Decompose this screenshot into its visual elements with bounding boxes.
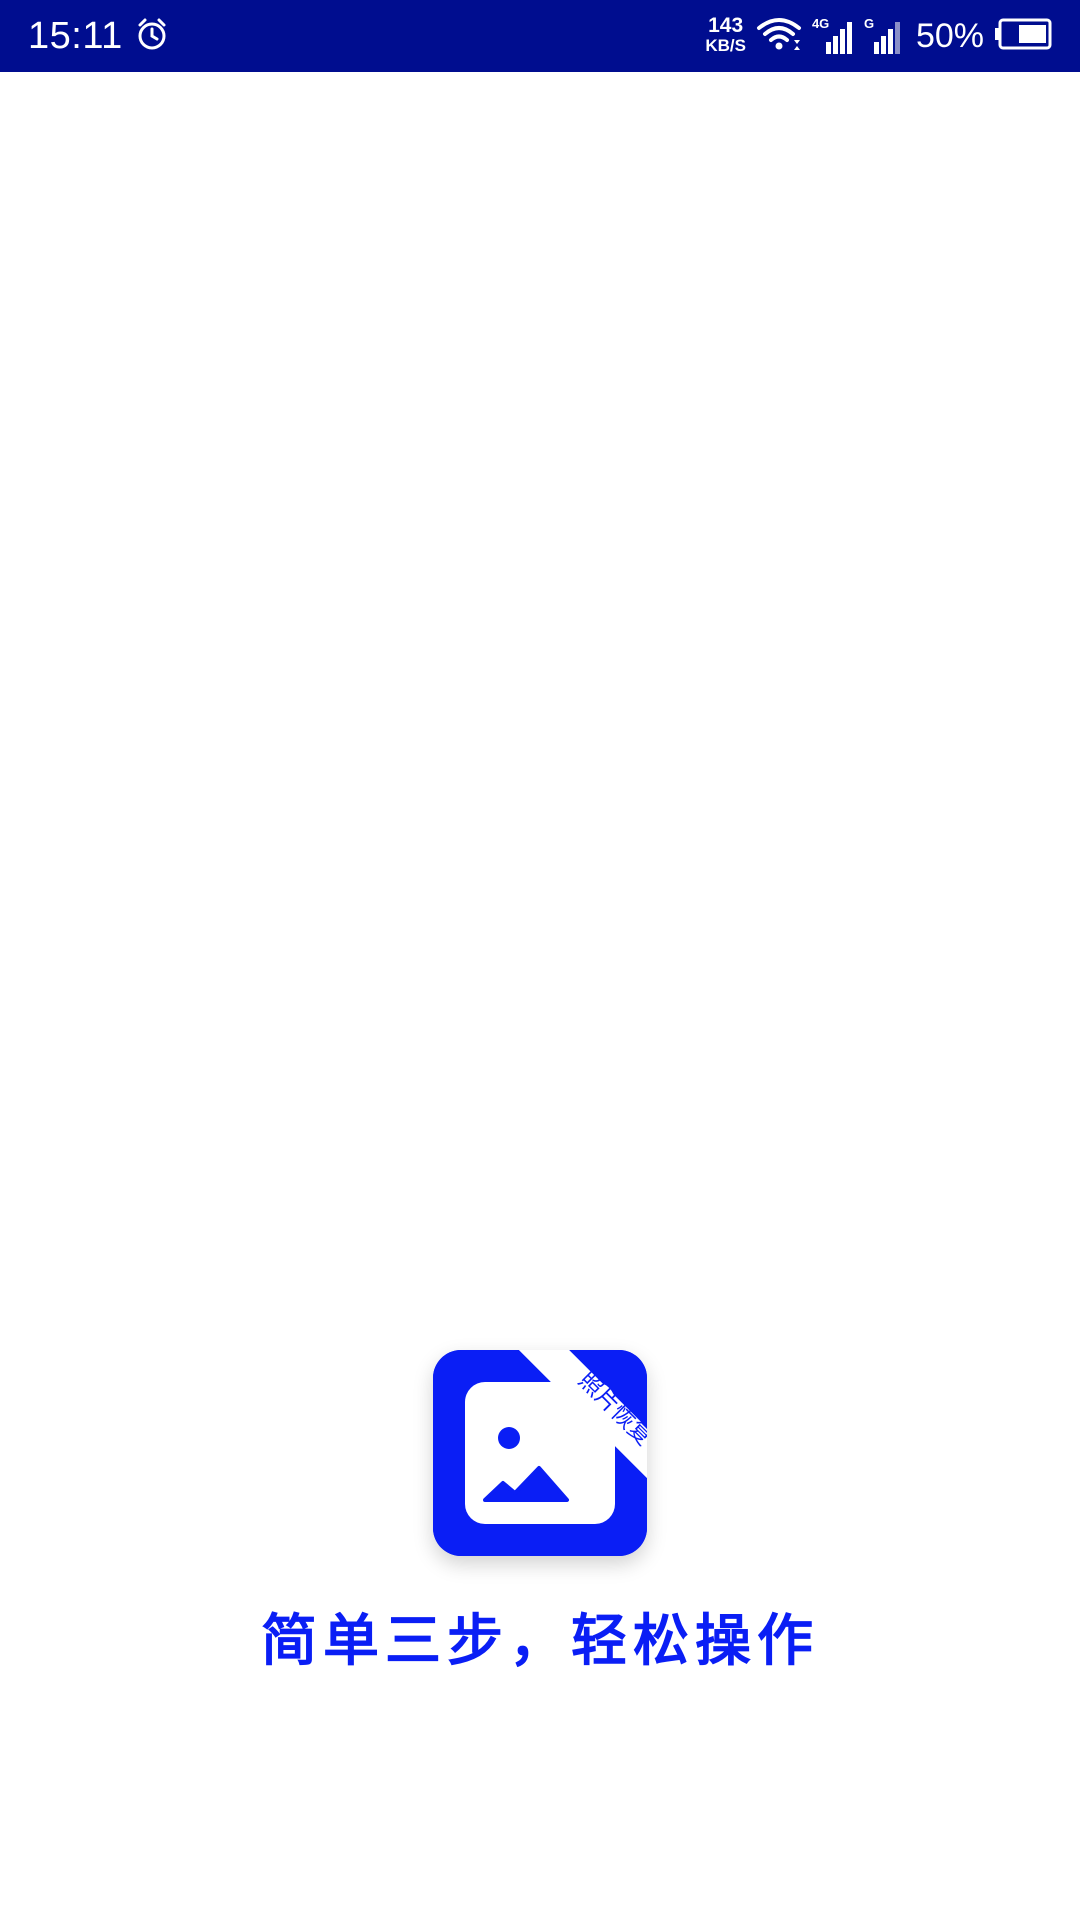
status-bar: 15:11 143 KB/S 4G G 50% <box>0 0 1080 72</box>
battery-icon <box>994 18 1052 54</box>
splash-screen: 照片恢复 简单三步，轻松操作 <box>0 72 1080 1920</box>
status-bar-right: 143 KB/S 4G G 50% <box>705 14 1052 56</box>
network-speed: 143 KB/S <box>705 14 746 56</box>
alarm-icon <box>135 17 169 55</box>
clock: 15:11 <box>28 14 123 57</box>
status-bar-left: 15:11 <box>28 15 169 58</box>
wifi-icon <box>756 16 802 56</box>
network-speed-unit: KB/S <box>705 36 746 55</box>
network-speed-value: 143 <box>708 14 744 37</box>
battery-percent: 50% <box>915 16 984 55</box>
signal-icon: G <box>864 16 906 56</box>
signal-icon: 4G <box>812 16 854 56</box>
slogan: 简单三步，轻松操作 <box>261 1609 819 1674</box>
app-logo: 照片恢复 <box>433 1350 647 1556</box>
